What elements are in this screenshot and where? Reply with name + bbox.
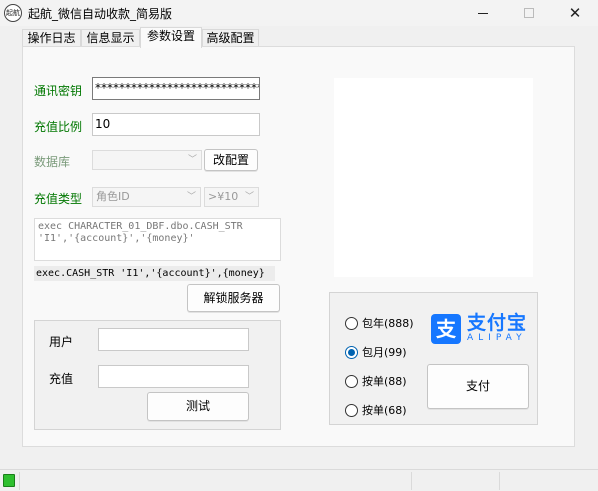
plan-option-label: 按单(68) (362, 404, 407, 417)
tab-operation-log[interactable]: 操作日志 (22, 29, 81, 47)
recharge-amount-label: 充值 (49, 372, 74, 386)
plan-option-label: 包月(99) (362, 346, 407, 359)
secret-key-field[interactable]: ****************************** (92, 77, 260, 100)
title-bar: 起航 起航_微信自动收款_简易版 ✕ (0, 0, 598, 26)
radio-checked-icon (345, 345, 358, 359)
minimize-icon (478, 12, 488, 14)
secret-label: 通讯密钥 (34, 84, 83, 98)
plan-option-single-88[interactable]: 按单(88) (345, 373, 407, 389)
sql-preview: exec.CASH_STR 'I1','{account}',{money} (34, 266, 275, 281)
ratio-field[interactable]: 10 (92, 113, 260, 136)
payment-group: 包年(888) 包月(99) 按单(88) 按单(68) 支 支付宝 ALIPA… (329, 292, 538, 425)
status-bar (0, 469, 598, 491)
radio-icon (345, 374, 358, 388)
ratio-label: 充值比例 (34, 120, 83, 134)
sql-template-textarea[interactable]: exec CHARACTER_01_DBF.dbo.CASH_STR 'I1',… (34, 218, 281, 261)
qr-code-area (334, 78, 533, 277)
status-divider (19, 472, 20, 490)
user-field[interactable] (98, 328, 249, 351)
plan-option-label: 按单(88) (362, 375, 407, 388)
change-config-button[interactable]: 改配置 (204, 149, 258, 171)
alipay-logo: 支 支付宝 ALIPAY (431, 313, 527, 344)
minimize-button[interactable] (460, 0, 506, 26)
recharge-type-select[interactable]: 角色ID ﹀ (92, 187, 201, 207)
chevron-down-icon: ﹀ (244, 192, 254, 202)
recharge-type-label: 充值类型 (34, 192, 83, 206)
status-divider (411, 472, 412, 490)
test-button[interactable]: 测试 (147, 392, 249, 421)
close-button[interactable]: ✕ (552, 0, 598, 26)
pay-button[interactable]: 支付 (427, 364, 529, 409)
database-label: 数据库 (34, 155, 71, 169)
settings-panel: 通讯密钥 ****************************** 充值比例… (22, 46, 575, 447)
plan-option-monthly[interactable]: 包月(99) (345, 344, 407, 360)
chevron-down-icon: ﹀ (187, 155, 197, 165)
database-select[interactable]: ﹀ (92, 150, 202, 170)
alipay-logo-text: 支付宝 (467, 312, 528, 334)
test-group: 用户 充值 测试 (34, 320, 281, 430)
close-icon: ✕ (568, 3, 582, 22)
maximize-button[interactable] (506, 0, 552, 26)
user-label: 用户 (49, 335, 74, 349)
chevron-down-icon: ﹀ (186, 192, 196, 202)
plan-option-label: 包年(888) (362, 317, 414, 330)
maximize-icon (524, 8, 534, 18)
plan-option-yearly[interactable]: 包年(888) (345, 315, 414, 331)
status-indicator-icon (3, 474, 15, 487)
recharge-type-value: 角色ID (96, 190, 130, 203)
alipay-logo-subtext: ALIPAY (467, 333, 527, 343)
unlock-server-button[interactable]: 解锁服务器 (187, 284, 280, 312)
tab-parameter-settings[interactable]: 参数设置 (140, 27, 202, 48)
amount-select[interactable]: >¥10 ﹀ (204, 187, 259, 207)
plan-option-single-68[interactable]: 按单(68) (345, 402, 407, 418)
amount-select-value: >¥10 (208, 190, 239, 203)
status-divider (499, 472, 500, 490)
tab-advanced-config[interactable]: 高级配置 (202, 29, 259, 47)
tab-info-display[interactable]: 信息显示 (81, 29, 140, 47)
radio-icon (345, 316, 358, 330)
radio-icon (345, 403, 358, 417)
alipay-icon: 支 (431, 313, 461, 344)
recharge-amount-field[interactable] (98, 365, 249, 388)
app-logo-icon: 起航 (4, 4, 22, 22)
window-title: 起航_微信自动收款_简易版 (28, 7, 173, 21)
